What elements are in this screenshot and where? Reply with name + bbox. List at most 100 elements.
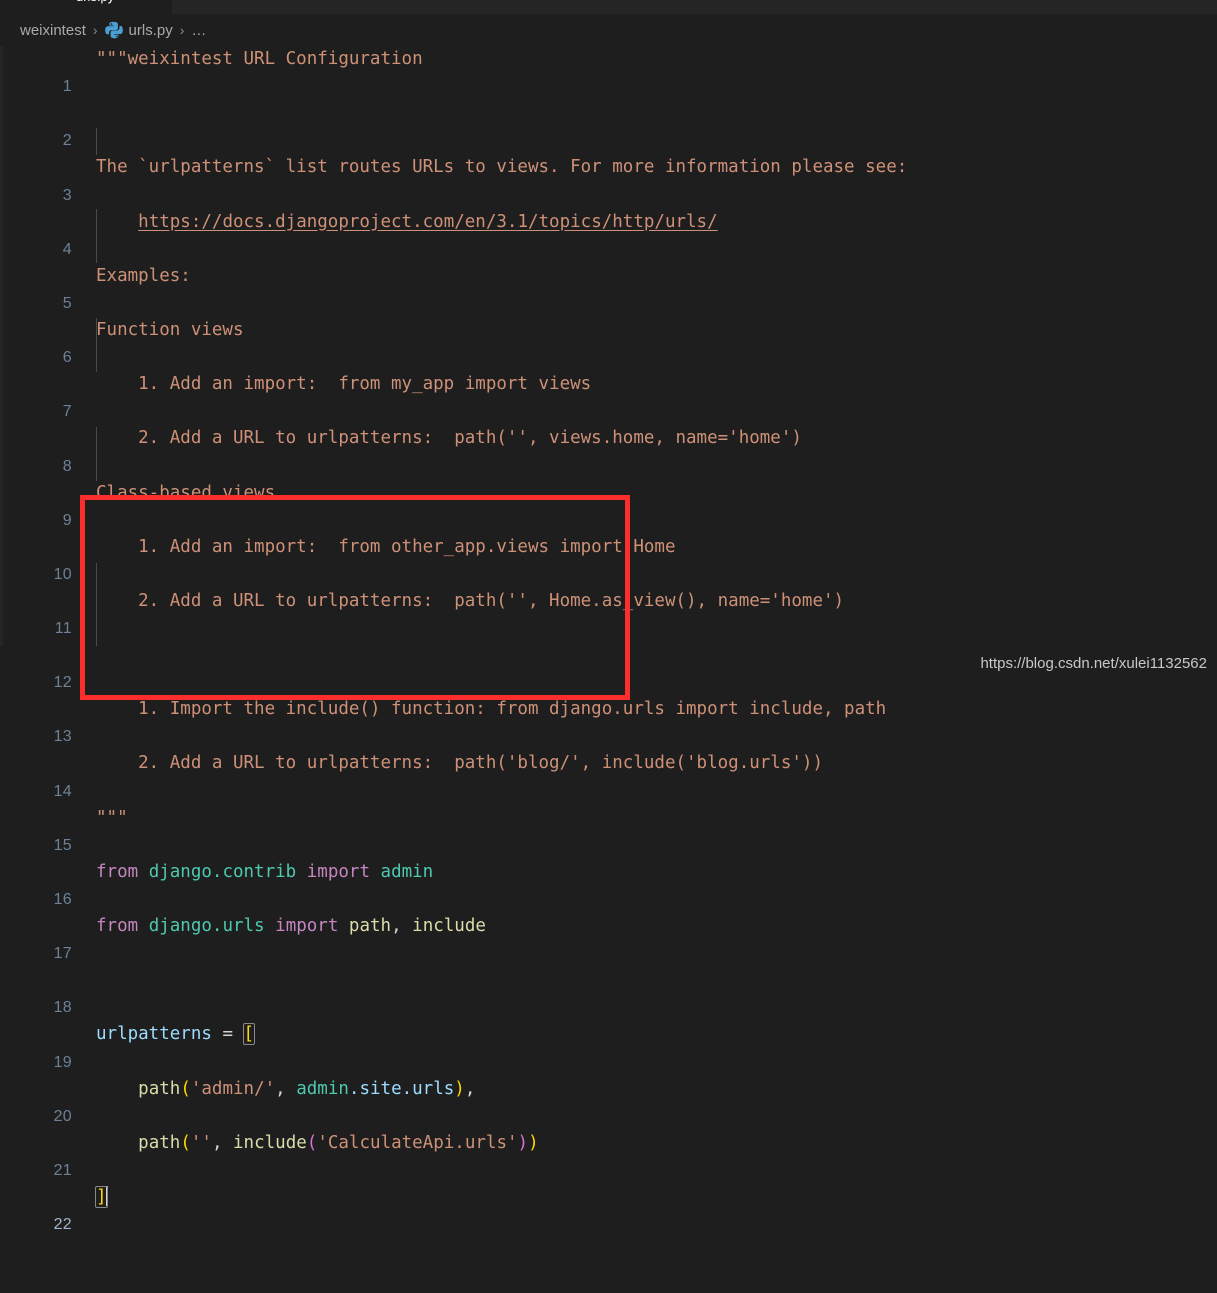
line-content: 2. Add a URL to urlpatterns: path('', Ho… (96, 590, 845, 611)
token-string-calculateapi-urls: 'CalculateApi.urls' (317, 1132, 518, 1153)
code-line[interactable]: 19 urlpatterns = [ (0, 1021, 1217, 1071)
token-open-bracket: [ (242, 1023, 256, 1046)
token-paren-close-inner: ) (517, 1132, 529, 1153)
python-icon (104, 21, 123, 39)
token-paren-close: ) (454, 1078, 465, 1099)
token-module-django-urls: django.urls (148, 916, 265, 936)
line-number: 3 (62, 186, 72, 204)
code-line[interactable]: 15 """ (0, 805, 1217, 854)
line-content: 2. Add a URL to urlpatterns: path('blog/… (96, 753, 823, 774)
line-number: 18 (53, 999, 72, 1017)
line-number: 5 (62, 294, 72, 312)
token-comma: , (275, 1078, 297, 1099)
chevron-right-icon: › (92, 22, 98, 38)
token-paren-open: ( (180, 1078, 191, 1099)
token-keyword-import: import (275, 916, 339, 936)
line-content: from django.contrib import admin (96, 859, 433, 886)
token-keyword-import: import (306, 861, 370, 882)
code-editor[interactable]: 1 """weixintest URL Configuration 2 3 Th… (0, 46, 1217, 1233)
token-keyword-from: from (96, 861, 139, 882)
tab-urls-py[interactable]: urls.py (0, 0, 172, 14)
line-number: 9 (62, 511, 72, 529)
code-line[interactable]: 10 1. Add an import: from other_app.view… (0, 534, 1217, 583)
line-number: 13 (53, 728, 72, 746)
token-name-admin: admin (380, 861, 434, 882)
indent-guide (96, 128, 97, 155)
line-number: 19 (53, 1053, 72, 1071)
line-number: 8 (62, 457, 72, 475)
indent-guide (96, 454, 97, 481)
code-line[interactable]: 16 from django.contrib import admin (0, 859, 1217, 908)
code-line[interactable]: 13 1. Import the include() function: fro… (0, 696, 1217, 745)
line-content: 1. Add an import: from other_app.views i… (96, 536, 676, 557)
token-paren-open-inner: ( (306, 1132, 318, 1153)
line-number: 17 (53, 945, 72, 963)
code-line[interactable]: 2 (0, 100, 1217, 149)
django-docs-link[interactable]: https://docs.djangoproject.com/en/3.1/to… (138, 212, 717, 232)
code-line[interactable]: 1 """weixintest URL Configuration (0, 46, 1217, 95)
breadcrumb-item-file[interactable]: urls.py (129, 22, 173, 39)
token-obj-admin: admin (296, 1078, 349, 1099)
token-comma: , (211, 1132, 234, 1153)
code-line[interactable]: 17 from django.urls import path, include (0, 913, 1217, 962)
code-line[interactable]: 11 2. Add a URL to urlpatterns: path('',… (0, 588, 1217, 637)
code-line[interactable]: 8 2. Add a URL to urlpatterns: path('', … (0, 425, 1217, 474)
token-comma: , (391, 916, 413, 936)
line-number: 10 (53, 565, 72, 583)
code-line[interactable]: 7 1. Add an import: from my_app import v… (0, 371, 1217, 420)
token-keyword-from: from (96, 916, 139, 936)
editor-tab-strip: urls.py (0, 0, 1217, 14)
chevron-right-icon-2: › (179, 22, 185, 38)
token-var-urlpatterns: urlpatterns (96, 1024, 212, 1045)
line-number: 1 (62, 78, 72, 96)
line-content: The `urlpatterns` list routes URLs to vi… (96, 157, 908, 178)
code-line[interactable]: 6 Function views (0, 317, 1217, 366)
token-assign: = (211, 1024, 244, 1045)
code-line[interactable]: 9 Class-based views (0, 480, 1217, 529)
breadcrumb-item-folder[interactable]: weixintest (20, 22, 86, 39)
indent-guide (96, 345, 97, 372)
code-line-active[interactable]: 22 ] (0, 1184, 1217, 1233)
indent-guide (96, 236, 97, 263)
token-prop-site-urls: .site.urls (348, 1078, 455, 1099)
code-line[interactable]: 21 path('', include('CalculateApi.urls')… (0, 1130, 1217, 1179)
code-line[interactable]: 20 path('admin/', admin.site.urls), (0, 1076, 1217, 1125)
code-line[interactable]: 5 Examples: (0, 263, 1217, 312)
code-line[interactable]: 18 (0, 967, 1217, 1016)
token-string-admin-path: 'admin/' (190, 1078, 276, 1099)
line-number: 6 (62, 349, 72, 367)
line-content: Examples: (96, 265, 191, 286)
line-content: 1. Add an import: from my_app import vie… (96, 374, 592, 395)
code-line[interactable]: 14 2. Add a URL to urlpatterns: path('bl… (0, 750, 1217, 799)
line-content: Function views (96, 319, 244, 340)
line-number: 14 (53, 782, 72, 800)
line-number: 16 (53, 891, 72, 909)
tab-label: urls.py (76, 0, 114, 4)
code-line[interactable]: 3 The `urlpatterns` list routes URLs to … (0, 154, 1217, 203)
line-content: https://docs.djangoproject.com/en/3.1/to… (96, 209, 717, 236)
watermark-text: https://blog.csdn.net/xulei1132562 (980, 655, 1207, 672)
breadcrumb-overflow[interactable]: … (191, 22, 206, 39)
line-number: 4 (62, 240, 72, 258)
token-paren-open: ( (180, 1132, 191, 1153)
line-number: 21 (53, 1161, 72, 1179)
token-fn-include: include (233, 1132, 307, 1153)
token-module-django-contrib: django.contrib (148, 861, 297, 882)
line-number: 11 (54, 620, 72, 638)
line-content: from django.urls import path, include (96, 913, 486, 940)
line-content: 2. Add a URL to urlpatterns: path('', vi… (96, 428, 802, 449)
code-line[interactable]: 4 https://docs.djangoproject.com/en/3.1/… (0, 209, 1217, 258)
line-content: urlpatterns = [ (96, 1021, 256, 1048)
line-content: 1. Import the include() function: from d… (96, 699, 887, 720)
line-number: 7 (62, 403, 72, 421)
token-fn-path: path (138, 1132, 181, 1153)
